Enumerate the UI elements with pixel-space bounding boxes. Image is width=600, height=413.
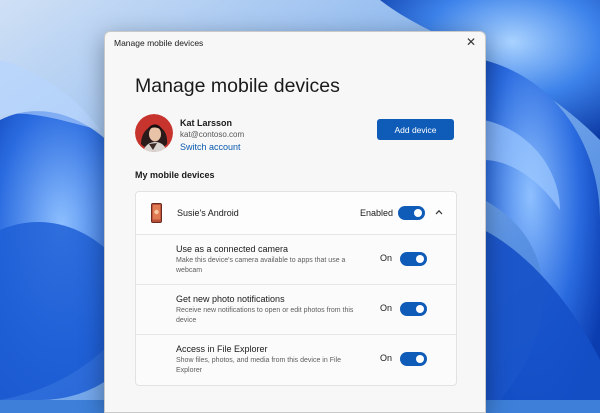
setting-description: Receive new notifications to open or edi… bbox=[176, 307, 354, 324]
page-title: Manage mobile devices bbox=[135, 75, 340, 97]
device-header-row[interactable]: Susie's Android Enabled bbox=[136, 192, 456, 235]
photo-notifications-toggle[interactable] bbox=[400, 302, 427, 316]
toggle-knob bbox=[416, 355, 424, 363]
chevron-up-icon[interactable] bbox=[433, 205, 445, 217]
setting-title: Get new photo notifications bbox=[176, 294, 285, 304]
setting-state: On bbox=[380, 253, 393, 263]
setting-description: Show files, photos, and media from this … bbox=[176, 357, 341, 374]
setting-state: On bbox=[380, 303, 393, 313]
device-card: Susie's Android Enabled Use as a connect… bbox=[135, 191, 457, 386]
account-name: Kat Larsson bbox=[180, 118, 233, 128]
setting-title: Use as a connected camera bbox=[176, 244, 289, 254]
setting-title: Access in File Explorer bbox=[176, 344, 268, 354]
file-explorer-toggle[interactable] bbox=[400, 352, 427, 366]
toggle-knob bbox=[416, 305, 424, 313]
window-title: Manage mobile devices bbox=[114, 38, 204, 48]
setting-row-camera: Use as a connected camera Make this devi… bbox=[136, 235, 456, 285]
title-bar: Manage mobile devices ✕ bbox=[105, 32, 485, 54]
close-icon[interactable]: ✕ bbox=[464, 35, 478, 49]
setting-description: Make this device's camera available to a… bbox=[176, 257, 346, 274]
toggle-knob bbox=[416, 255, 424, 263]
user-avatar bbox=[135, 114, 173, 152]
camera-toggle[interactable] bbox=[400, 252, 427, 266]
add-device-button[interactable]: Add device bbox=[377, 119, 454, 140]
setting-row-photo-notifications: Get new photo notifications Receive new … bbox=[136, 285, 456, 335]
device-status: Enabled bbox=[360, 208, 394, 218]
account-email: kat@contoso.com bbox=[180, 130, 245, 139]
setting-state: On bbox=[380, 353, 393, 363]
switch-account-link[interactable]: Switch account bbox=[180, 142, 241, 152]
device-enabled-toggle[interactable] bbox=[398, 206, 425, 220]
device-name: Susie's Android bbox=[177, 208, 239, 218]
toggle-knob bbox=[414, 209, 422, 217]
setting-row-file-explorer: Access in File Explorer Show files, phot… bbox=[136, 335, 456, 384]
section-label: My mobile devices bbox=[135, 170, 215, 180]
phone-icon bbox=[151, 203, 162, 223]
manage-devices-dialog: Manage mobile devices ✕ Manage mobile de… bbox=[104, 31, 486, 413]
